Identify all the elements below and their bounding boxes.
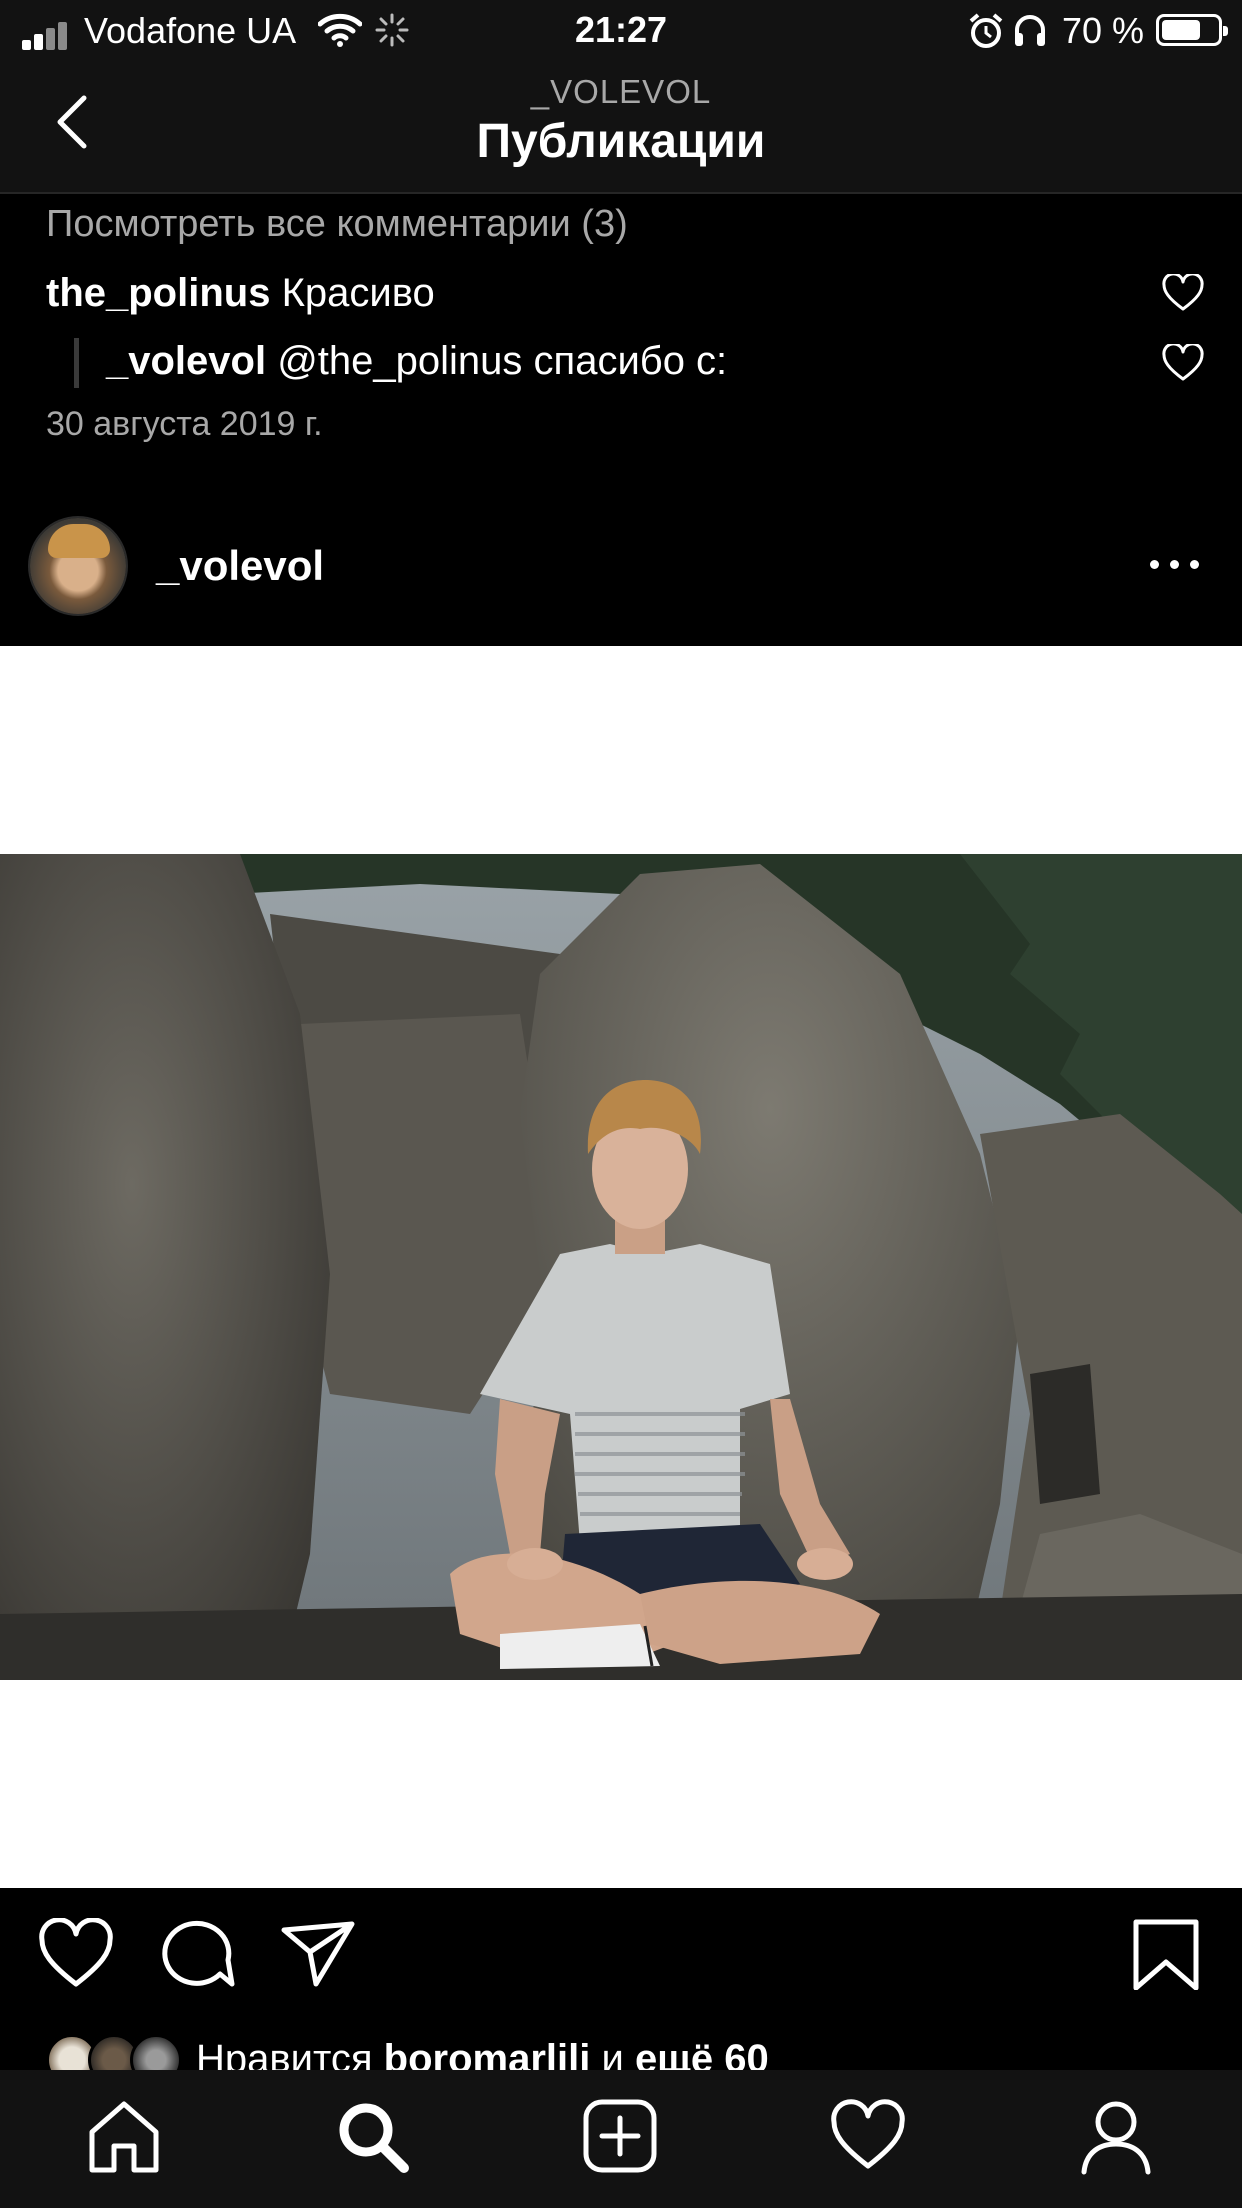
nav-subtitle: _VOLEVOL bbox=[530, 73, 712, 110]
home-icon[interactable] bbox=[84, 2096, 164, 2176]
more-horizontal-icon[interactable] bbox=[1150, 552, 1200, 576]
avatar[interactable] bbox=[30, 518, 126, 614]
post-date: 30 августа 2019 г. bbox=[46, 405, 323, 443]
comment-username[interactable]: the_polinus bbox=[46, 271, 270, 315]
battery-percent: 70 % bbox=[1062, 10, 1145, 51]
heart-icon[interactable] bbox=[38, 1918, 114, 1990]
navigation-bar: _VOLEVOL Публикации bbox=[0, 62, 1242, 194]
post-username[interactable]: _volevol bbox=[156, 540, 324, 592]
tab-bar bbox=[0, 2070, 1242, 2208]
comment: the_polinus Красиво bbox=[46, 268, 435, 318]
comment-icon[interactable] bbox=[160, 1918, 236, 1990]
search-icon[interactable] bbox=[332, 2096, 412, 2176]
share-icon[interactable] bbox=[280, 1918, 356, 1990]
headphones-icon bbox=[1015, 15, 1045, 46]
reply-indent-bar bbox=[74, 338, 79, 388]
add-post-icon[interactable] bbox=[580, 2096, 660, 2176]
meditation-photo bbox=[0, 854, 1242, 1680]
bookmark-icon[interactable] bbox=[1128, 1918, 1204, 1990]
page-title: Публикации bbox=[476, 115, 766, 168]
reply-like-heart-icon[interactable] bbox=[1162, 344, 1204, 382]
alarm-icon bbox=[969, 13, 1003, 48]
comment-text: Красиво bbox=[281, 271, 435, 315]
status-time: 21:27 bbox=[574, 9, 668, 50]
comment-like-heart-icon[interactable] bbox=[1162, 274, 1204, 312]
status-bar: Vodafone UA 21:27 70 % bbox=[0, 0, 1242, 62]
reply-username[interactable]: _volevol bbox=[106, 339, 266, 383]
post-photo[interactable] bbox=[0, 854, 1242, 1680]
view-all-comments-link[interactable]: Посмотреть все комментарии (3) bbox=[46, 200, 628, 248]
battery-icon bbox=[1156, 14, 1228, 46]
reply-text: @the_polinus спасибо с: bbox=[277, 339, 728, 383]
profile-icon[interactable] bbox=[1076, 2096, 1156, 2176]
comment-reply: _volevol @the_polinus спасибо с: bbox=[106, 336, 727, 386]
activity-heart-icon[interactable] bbox=[828, 2096, 908, 2176]
